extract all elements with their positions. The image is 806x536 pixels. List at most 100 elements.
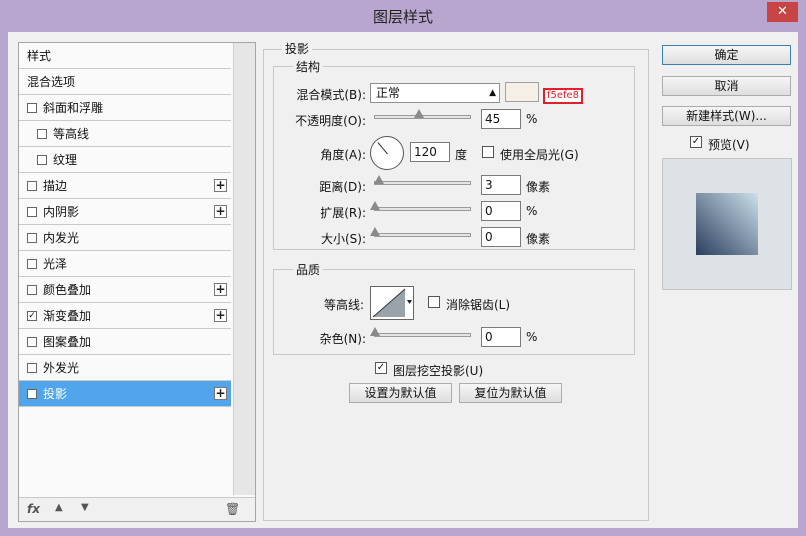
style-item-7[interactable]: 内发光: [19, 225, 231, 251]
opacity-unit: %: [526, 112, 538, 126]
distance-slider-thumb[interactable]: [374, 175, 384, 184]
style-item-label: 光泽: [43, 257, 68, 271]
style-item-13[interactable]: ✓ 投影 +: [19, 381, 231, 407]
size-unit: 像素: [526, 232, 551, 246]
style-item-5[interactable]: 描边 +: [19, 173, 231, 199]
quality-title: 品质: [293, 261, 324, 278]
style-item-1[interactable]: 混合选项: [19, 69, 231, 95]
style-item-12[interactable]: 外发光: [19, 355, 231, 381]
move-down-icon[interactable]: ▼: [81, 502, 89, 513]
structure-title: 结构: [293, 58, 324, 75]
noise-label: 杂色(N):: [319, 332, 366, 346]
noise-slider-thumb[interactable]: [370, 327, 380, 336]
size-slider-thumb[interactable]: [370, 227, 380, 236]
style-item-checkbox[interactable]: [27, 363, 37, 373]
style-item-10[interactable]: ✓ 渐变叠加 +: [19, 303, 231, 329]
reset-default-button[interactable]: 复位为默认值: [459, 383, 562, 403]
color-hex-annotation: f5efe8: [543, 88, 583, 104]
set-default-button[interactable]: 设置为默认值: [349, 383, 452, 403]
style-item-checkbox[interactable]: [27, 233, 37, 243]
angle-dial[interactable]: [370, 136, 404, 170]
style-item-checkbox[interactable]: [27, 181, 37, 191]
antialias-checkbox[interactable]: [428, 296, 440, 308]
shadow-color-swatch[interactable]: [505, 82, 539, 102]
global-light-label: 使用全局光(G): [500, 148, 579, 162]
close-button[interactable]: ✕: [767, 2, 798, 22]
style-item-label: 外发光: [43, 361, 80, 375]
style-item-label: 混合选项: [27, 75, 76, 89]
opacity-input[interactable]: 45: [481, 109, 521, 129]
angle-input[interactable]: 120: [410, 142, 450, 162]
contour-label: 等高线:: [323, 298, 364, 312]
style-item-label: 图案叠加: [43, 335, 92, 349]
fx-icon[interactable]: fx: [27, 502, 40, 516]
styles-list-panel: 样式混合选项斜面和浮雕等高线纹理描边 + 内阴影 + 内发光光泽颜色叠加 + ✓ 渐变叠加 + 图…: [18, 42, 256, 522]
style-item-6[interactable]: 内阴影 +: [19, 199, 231, 225]
styles-list-scrollbar[interactable]: [233, 43, 255, 495]
style-item-2[interactable]: 斜面和浮雕: [19, 95, 231, 121]
knockout-checkbox[interactable]: ✓: [375, 362, 387, 374]
new-style-button[interactable]: 新建样式(W)...: [662, 106, 791, 126]
contour-picker[interactable]: [370, 286, 414, 320]
noise-slider[interactable]: [370, 327, 471, 337]
spread-input[interactable]: 0: [481, 201, 521, 221]
distance-slider[interactable]: [374, 175, 471, 185]
spread-slider[interactable]: [370, 201, 471, 211]
distance-unit: 像素: [526, 180, 551, 194]
blend-mode-select[interactable]: 正常 ▲: [370, 83, 500, 103]
style-item-8[interactable]: 光泽: [19, 251, 231, 277]
style-item-checkbox[interactable]: ✓: [27, 389, 37, 399]
blend-mode-value: 正常: [376, 86, 401, 100]
style-item-4[interactable]: 纹理: [19, 147, 231, 173]
trash-icon[interactable]: 🗑: [225, 502, 240, 516]
style-item-label: 内发光: [43, 231, 80, 245]
title-bar: 图层样式 ✕: [0, 0, 806, 32]
global-light-checkbox[interactable]: [482, 146, 494, 158]
size-label: 大小(S):: [320, 232, 366, 246]
ok-button[interactable]: 确定: [662, 45, 791, 65]
angle-unit: 度: [455, 148, 468, 162]
add-effect-icon[interactable]: +: [214, 205, 227, 218]
window-title: 图层样式: [372, 8, 433, 26]
distance-label: 距离(D):: [319, 180, 366, 194]
style-item-checkbox[interactable]: [27, 103, 37, 113]
size-slider[interactable]: [370, 227, 471, 237]
style-item-11[interactable]: 图案叠加: [19, 329, 231, 355]
move-up-icon[interactable]: ▲: [55, 502, 63, 513]
distance-input[interactable]: 3: [481, 175, 521, 195]
contour-curve-icon: [372, 288, 412, 318]
style-item-0[interactable]: 样式: [19, 43, 231, 69]
style-item-checkbox[interactable]: [27, 337, 37, 347]
knockout-label: 图层挖空投影(U): [393, 364, 484, 378]
preview-checkbox[interactable]: ✓: [690, 136, 702, 148]
style-item-checkbox[interactable]: [27, 259, 37, 269]
cancel-button[interactable]: 取消: [662, 76, 791, 96]
opacity-slider[interactable]: [374, 109, 471, 119]
style-item-label: 斜面和浮雕: [43, 101, 104, 115]
style-preview: [662, 158, 792, 290]
spread-unit: %: [526, 204, 538, 218]
preview-label: 预览(V): [708, 138, 750, 152]
style-item-checkbox[interactable]: ✓: [27, 311, 37, 321]
style-item-label: 纹理: [53, 153, 78, 167]
style-item-checkbox[interactable]: [27, 285, 37, 295]
opacity-slider-thumb[interactable]: [413, 109, 424, 118]
preview-swatch: [696, 193, 758, 255]
style-item-label: 内阴影: [43, 205, 80, 219]
blend-mode-label: 混合模式(B):: [296, 88, 366, 102]
drop-shadow-title: 投影: [282, 40, 313, 57]
add-effect-icon[interactable]: +: [214, 387, 227, 400]
style-item-checkbox[interactable]: [37, 129, 47, 139]
size-input[interactable]: 0: [481, 227, 521, 247]
style-item-checkbox[interactable]: [27, 207, 37, 217]
add-effect-icon[interactable]: +: [214, 309, 227, 322]
style-item-label: 等高线: [53, 127, 90, 141]
add-effect-icon[interactable]: +: [214, 179, 227, 192]
style-item-9[interactable]: 颜色叠加 +: [19, 277, 231, 303]
noise-input[interactable]: 0: [481, 327, 521, 347]
angle-dial-hand: [377, 142, 388, 155]
spread-slider-thumb[interactable]: [370, 201, 380, 210]
add-effect-icon[interactable]: +: [214, 283, 227, 296]
style-item-3[interactable]: 等高线: [19, 121, 231, 147]
style-item-checkbox[interactable]: [37, 155, 47, 165]
